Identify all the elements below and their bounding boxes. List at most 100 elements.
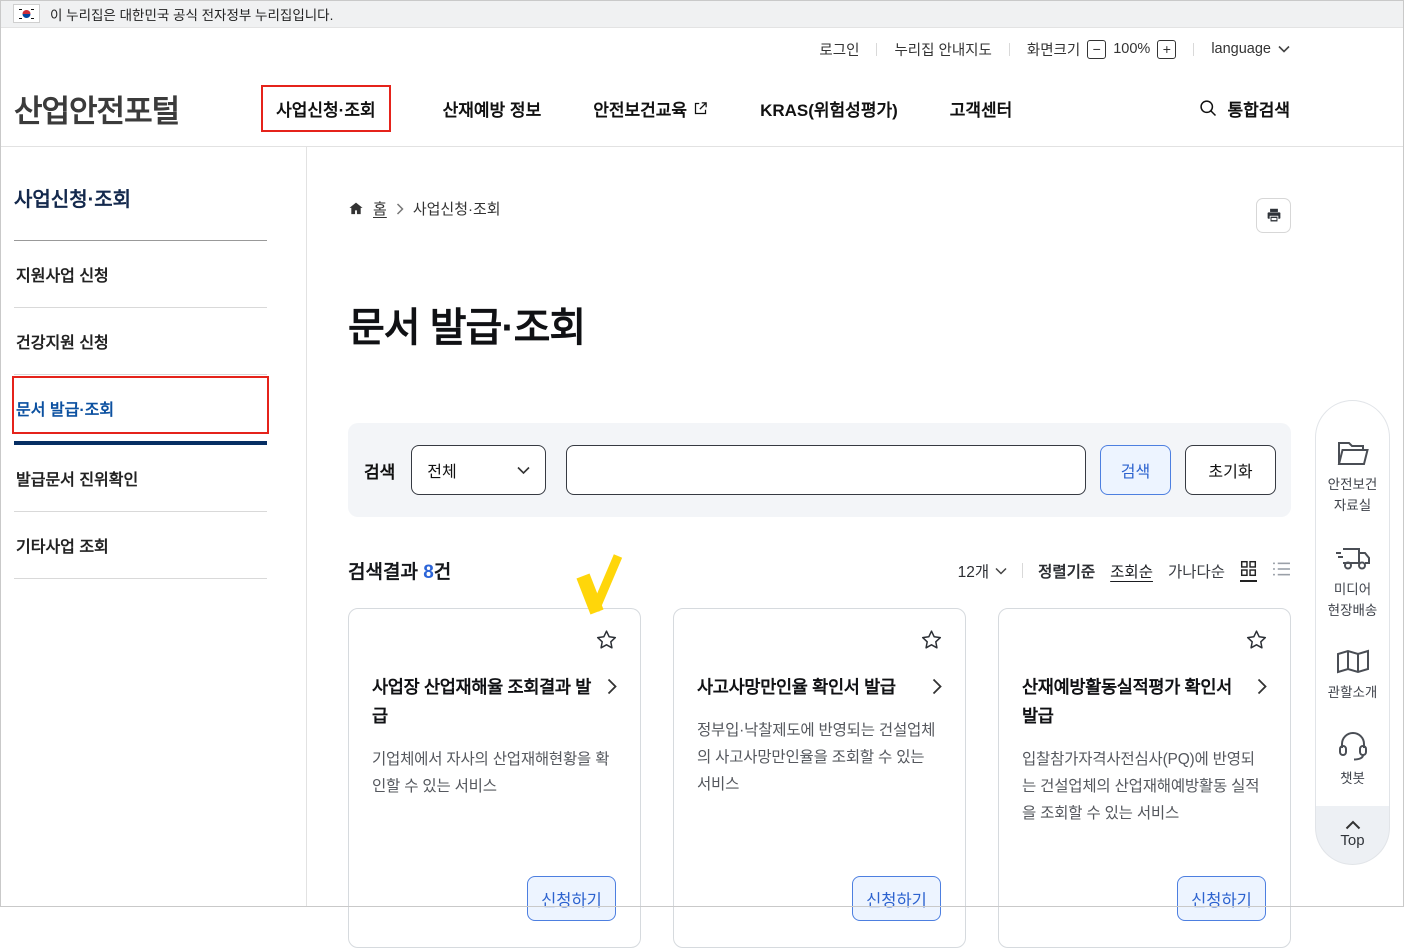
nav-label: 안전보건교육 [593,96,687,121]
divider [1193,43,1194,56]
chevron-right-icon [396,203,404,215]
chevron-down-icon [517,466,530,475]
select-value: 전체 [427,458,456,482]
print-button[interactable] [1256,198,1291,233]
sidebar-item-document-issue[interactable]: 문서 발급·조회 [14,375,267,445]
chevron-down-icon [995,567,1007,575]
favorite-star-icon[interactable] [919,628,944,652]
card-title: 산재예방활동실적평가 확인서 발급 [1022,673,1247,731]
nav-item-accident-prevention-info[interactable]: 산재예방 정보 [443,87,542,130]
zoom-out-button[interactable]: − [1087,40,1106,59]
sitemap-link[interactable]: 누리집 안내지도 [894,39,991,60]
sort-label: 정렬기준 [1038,560,1095,582]
apply-button[interactable]: 신청하기 [1177,876,1266,921]
card-title-link[interactable]: 사업장 산업재해율 조회결과 발급 [372,673,617,731]
grid-view-icon [1240,560,1257,577]
service-card-accident-rate: 사업장 산업재해율 조회결과 발급 기업체에서 자사의 산업재해현황을 확인할 … [348,608,641,948]
sort-by-views[interactable]: 조회순 [1110,560,1153,582]
search-panel: 검색 전체 검색 초기화 [348,423,1291,517]
korea-flag-icon [13,4,40,23]
service-card-list: 사업장 산업재해율 조회결과 발급 기업체에서 자사의 산업재해현황을 확인할 … [348,608,1291,948]
sidebar-item-document-verify[interactable]: 발급문서 진위확인 [14,445,267,512]
nav-label: 사업신청·조회 [276,96,376,121]
zoom-in-button[interactable]: + [1157,40,1176,59]
page-size-select[interactable]: 12개 [958,560,1008,582]
zoom-label: 화면크기 [1027,39,1080,60]
breadcrumb-current: 사업신청·조회 [413,198,501,219]
divider [1022,563,1023,578]
search-button[interactable]: 검색 [1100,445,1171,495]
quick-menu-rail: 안전보건 자료실 미디어 현장배송 관할소개 챗봇 [1315,400,1390,865]
folder-icon [1336,439,1370,467]
service-card-prevention-evaluation: 산재예방활동실적평가 확인서 발급 입찰참가자격사전심사(PQ)에 반영되는 건… [998,608,1291,948]
sidebar-title: 사업신청·조회 [14,183,267,241]
nav-label: 산재예방 정보 [443,96,542,121]
truck-icon [1335,544,1371,572]
divider [876,43,877,56]
quick-item-label: 미디어 현장배송 [1328,580,1378,622]
nav-item-kras[interactable]: KRAS(위험성평가) [760,87,898,130]
gov-banner-text: 이 누리집은 대한민국 공식 전자정부 누리집입니다. [50,4,333,24]
chevron-up-icon [1345,820,1361,830]
quick-item-media-delivery[interactable]: 미디어 현장배송 [1328,544,1378,622]
favorite-star-icon[interactable] [1244,628,1269,652]
chevron-right-icon [1257,678,1267,695]
quick-item-label: 관할소개 [1328,683,1378,704]
page-title: 문서 발급·조회 [348,295,1291,353]
scroll-to-top-button[interactable]: Top [1315,806,1390,865]
nav-item-customer-center[interactable]: 고객센터 [950,87,1013,130]
breadcrumb-home-link[interactable]: 홈 [373,198,387,219]
sidebar: 사업신청·조회 지원사업 신청 건강지원 신청 문서 발급·조회 발급문서 진위… [0,147,307,907]
grid-view-button[interactable] [1240,560,1257,582]
card-title: 사고사망만인율 확인서 발급 [697,673,896,702]
service-card-fatality-rate: 사고사망만인율 확인서 발급 정부입·낙찰제도에 반영되는 건설업체의 사고사망… [673,608,966,948]
nav-label: 고객센터 [950,96,1013,121]
language-select[interactable]: language [1211,41,1290,57]
divider [1009,43,1010,56]
external-link-icon [693,101,708,116]
nav-item-business-apply[interactable]: 사업신청·조회 [261,85,391,132]
sidebar-item-label: 지원사업 신청 [16,268,109,285]
chevron-down-icon [1278,45,1290,53]
card-title: 사업장 산업재해율 조회결과 발급 [372,673,597,731]
sidebar-item-other-business[interactable]: 기타사업 조회 [14,512,267,579]
sidebar-item-support-apply[interactable]: 지원사업 신청 [14,241,267,308]
apply-button[interactable]: 신청하기 [527,876,616,921]
sort-by-alphabet[interactable]: 가나다순 [1168,560,1225,582]
favorite-star-icon[interactable] [594,628,619,652]
quick-item-chatbot[interactable]: 챗봇 [1337,731,1369,790]
card-title-link[interactable]: 사고사망만인율 확인서 발급 [697,673,942,702]
login-link[interactable]: 로그인 [819,39,859,60]
apply-button[interactable]: 신청하기 [852,876,941,921]
site-logo[interactable]: 산업안전포털 [14,86,179,131]
nav-label: KRAS(위험성평가) [760,96,898,121]
search-category-select[interactable]: 전체 [411,445,546,495]
global-search-button[interactable]: 통합검색 [1198,96,1290,121]
quick-item-label: 안전보건 자료실 [1328,475,1378,517]
top-label: Top [1340,832,1364,849]
screen-zoom-control: 화면크기 − 100% + [1027,39,1176,60]
list-view-icon [1272,561,1291,577]
map-book-icon [1336,649,1370,675]
list-view-button[interactable] [1272,561,1291,580]
result-count-suffix: 건 [434,562,451,583]
card-title-link[interactable]: 산재예방활동실적평가 확인서 발급 [1022,673,1267,731]
main-nav: 사업신청·조회 산재예방 정보 안전보건교육 KRAS(위험성평가) 고객센터 [261,85,1012,132]
sidebar-item-health-support[interactable]: 건강지원 신청 [14,308,267,375]
reset-button[interactable]: 초기화 [1185,445,1276,495]
sidebar-item-label: 발급문서 진위확인 [16,472,138,489]
result-count: 검색결과 8건 [348,557,451,584]
page-size-value: 12개 [958,560,990,582]
search-input[interactable] [566,445,1086,495]
quick-item-safety-library[interactable]: 안전보건 자료실 [1328,439,1378,517]
global-search-label: 통합검색 [1227,96,1290,121]
chevron-right-icon [607,678,617,695]
sidebar-item-label: 건강지원 신청 [16,335,109,352]
sidebar-item-label: 기타사업 조회 [16,539,109,556]
results-header: 검색결과 8건 12개 정렬기준 조회순 가나다순 [348,557,1291,584]
nav-item-safety-health-education[interactable]: 안전보건교육 [593,87,708,130]
utility-bar: 로그인 누리집 안내지도 화면크기 − 100% + language [0,28,1404,70]
sidebar-item-label: 문서 발급·조회 [16,402,114,419]
quick-item-jurisdiction-intro[interactable]: 관할소개 [1328,649,1378,704]
chevron-right-icon [932,678,942,695]
